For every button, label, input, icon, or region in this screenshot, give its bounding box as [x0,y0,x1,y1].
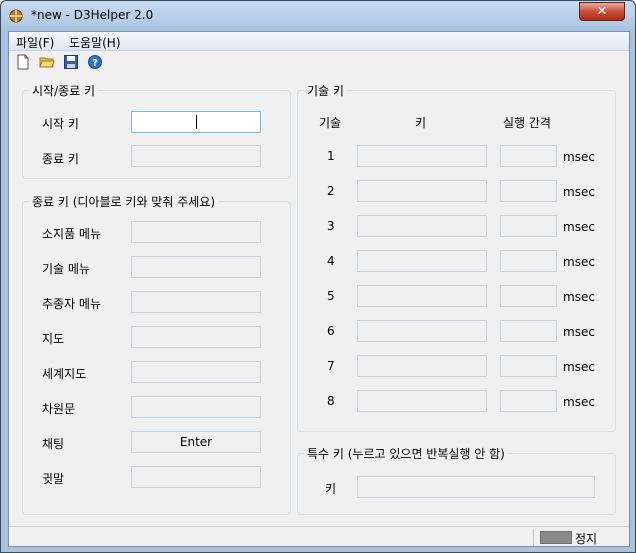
skill-number: 5 [327,289,335,303]
skill-key-input[interactable] [357,145,487,167]
save-icon[interactable] [63,54,79,70]
skill-number: 4 [327,254,335,268]
unit-label: msec [563,255,595,269]
menu-bar: 파일(F) 도움말(H) [9,32,629,51]
menu-help[interactable]: 도움말(H) [69,34,121,51]
status-bar: 정지 [9,526,629,547]
game-keys-group-title: 종료 키 (디아블로 키와 맞춰 주세요) [29,193,218,210]
skill-key-input[interactable] [357,215,487,237]
follower-menu-label: 추종자 메뉴 [42,297,102,311]
start-stop-group: 시작/종료 키 시작 키 종료 키 [22,82,291,179]
skill-number: 6 [327,324,335,338]
open-folder-icon[interactable] [39,54,55,70]
world-map-input[interactable] [131,361,261,383]
toolbar: ? [9,51,629,73]
app-window: *new - D3Helper 2.0 ✕ 파일(F) 도움말(H) ? 시작/… [0,0,636,553]
close-button[interactable]: ✕ [579,2,625,21]
chat-label: 채팅 [42,437,65,451]
unit-label: msec [563,325,595,339]
skill-number: 7 [327,359,335,373]
follower-menu-input[interactable] [131,291,261,313]
chat-input[interactable]: Enter [131,431,261,453]
game-keys-group: 종료 키 (디아블로 키와 맞춰 주세요) 소지품 메뉴 기술 메뉴 추종자 메… [22,193,291,515]
skill-key-input[interactable] [357,320,487,342]
interval-column-header: 실행 간격 [503,116,551,130]
status-text: 정지 [575,532,598,546]
start-key-label: 시작 키 [42,117,79,131]
skill-interval-input[interactable] [500,355,557,377]
skill-key-input[interactable] [357,355,487,377]
start-stop-group-title: 시작/종료 키 [29,82,99,99]
unit-label: msec [563,150,595,164]
world-map-label: 세계지도 [42,367,87,381]
menu-file[interactable]: 파일(F) [16,34,54,51]
text-caret [196,115,197,129]
key-column-header: 키 [415,116,427,130]
whisper-input[interactable] [131,466,261,488]
special-key-label: 키 [325,482,337,496]
new-file-icon[interactable] [15,54,31,70]
skill-number: 3 [327,219,335,233]
inventory-menu-label: 소지품 메뉴 [42,227,102,241]
skill-keys-group: 기술 키 기술 키 실행 간격 1 msec 2 msec 3 msec 4 m… [297,82,616,432]
whisper-label: 귓말 [42,472,65,486]
skill-menu-input[interactable] [131,256,261,278]
inventory-menu-input[interactable] [131,221,261,243]
skill-column-header: 기술 [319,116,342,130]
svg-text:?: ? [92,58,98,69]
skill-key-input[interactable] [357,250,487,272]
unit-label: msec [563,360,595,374]
skill-interval-input[interactable] [500,180,557,202]
client-area: 파일(F) 도움말(H) ? 시작/종료 키 시작 키 종료 키 종료 키 (디… [8,31,630,547]
skill-interval-input[interactable] [500,285,557,307]
skill-interval-input[interactable] [500,215,557,237]
start-key-input[interactable] [131,111,261,133]
map-label: 지도 [42,332,65,346]
skill-key-input[interactable] [357,180,487,202]
window-title: *new - D3Helper 2.0 [31,8,154,22]
skill-interval-input[interactable] [500,250,557,272]
skill-number: 8 [327,394,335,408]
title-bar[interactable]: *new - D3Helper 2.0 ✕ [1,1,635,31]
special-key-group: 특수 키 (누르고 있으면 반복실행 안 함) 키 [297,445,616,515]
status-indicator [540,531,572,544]
map-input[interactable] [131,326,261,348]
portal-label: 차원문 [42,402,76,416]
skill-interval-input[interactable] [500,390,557,412]
skill-number: 1 [327,149,335,163]
special-key-input[interactable] [357,476,595,498]
stop-key-input[interactable] [131,145,261,167]
skill-menu-label: 기술 메뉴 [42,262,90,276]
skill-key-input[interactable] [357,390,487,412]
skill-key-input[interactable] [357,285,487,307]
skill-keys-group-title: 기술 키 [304,82,347,99]
skill-interval-input[interactable] [500,145,557,167]
unit-label: msec [563,185,595,199]
portal-input[interactable] [131,396,261,418]
app-icon [9,9,23,23]
status-separator [533,529,534,546]
unit-label: msec [563,220,595,234]
skill-interval-input[interactable] [500,320,557,342]
unit-label: msec [563,290,595,304]
stop-key-label: 종료 키 [42,152,79,166]
special-key-group-title: 특수 키 (누르고 있으면 반복실행 안 함) [304,445,508,462]
unit-label: msec [563,395,595,409]
skill-number: 2 [327,184,335,198]
help-icon[interactable]: ? [87,54,103,70]
close-icon: ✕ [596,4,608,19]
